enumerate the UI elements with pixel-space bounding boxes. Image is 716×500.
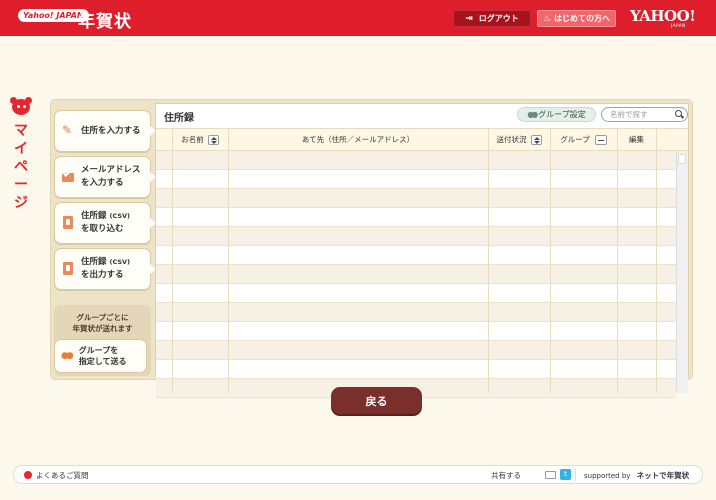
group-button-line2: 指定して送る — [78, 357, 127, 366]
back-button[interactable]: 戻る — [331, 387, 422, 414]
logout-icon: ⇥ — [465, 13, 473, 24]
mypage-label: マイページ — [14, 123, 28, 211]
first-time-button[interactable]: ♨ はじめての方へ — [537, 10, 616, 27]
sidebar-item-label: 住所録 — [81, 211, 107, 221]
sidebar-item-label: 住所録 — [81, 257, 107, 267]
address-book-header: 住所録 ●● グループ設定 — [156, 104, 688, 126]
main-panel: ✎ 住所を入力する メールアドレス を入力する 住所録 (CSV) を取り込む … — [50, 99, 693, 398]
supported-by: supported by ネットで年賀状 — [584, 470, 689, 481]
sidebar-item-enter-address[interactable]: ✎ 住所を入力する — [54, 110, 156, 152]
column-header-destination: あて先（住所／メールアドレス） — [228, 129, 488, 150]
table-row — [156, 303, 676, 322]
table-header: お名前 あて先（住所／メールアドレス） 送付状況 グループ 編集 — [156, 128, 688, 151]
mail-share-icon[interactable] — [545, 471, 556, 479]
people-icon: ●● — [61, 351, 74, 361]
sidebar-item-label-2: を入力する — [81, 178, 124, 188]
table-row — [156, 208, 676, 227]
column-header-edit-label: 編集 — [629, 135, 644, 144]
mascot-icon — [10, 97, 32, 117]
leaf-icon: ♨ — [542, 13, 552, 24]
logout-label: ログアウト — [478, 14, 519, 23]
address-book-title: 住所録 — [164, 113, 194, 124]
table-row — [156, 341, 676, 360]
supported-brand[interactable]: ネットで年賀状 — [637, 471, 690, 480]
column-header-edit: 編集 — [617, 129, 656, 150]
search-box[interactable] — [601, 107, 688, 122]
first-time-label: はじめての方へ — [554, 14, 611, 23]
table-row — [156, 322, 676, 341]
column-header-group[interactable]: グループ — [550, 129, 617, 150]
share-label: 共有する — [491, 471, 521, 480]
column-header-group-label: グループ — [560, 135, 590, 144]
group-settings-label: グループ設定 — [538, 110, 586, 119]
sort-icon[interactable] — [530, 134, 542, 145]
address-book: 住所録 ●● グループ設定 お名前 あて先（住所／メールアドレス） — [155, 103, 689, 398]
table-row — [156, 246, 676, 265]
people-icon: ●● — [527, 110, 538, 119]
mail-icon — [62, 170, 74, 184]
logo-title: 年賀状 — [78, 12, 132, 32]
column-header-destination-label: あて先（住所／メールアドレス） — [301, 135, 415, 144]
footer-bar: よくあるご質問 共有する t supported by ネットで年賀状 — [13, 465, 703, 484]
table-row — [156, 265, 676, 284]
column-header-name[interactable]: お名前 — [172, 129, 228, 150]
document-icon — [62, 262, 74, 276]
table-row — [156, 227, 676, 246]
yahoo-logo[interactable]: YAHOO! — [630, 7, 696, 25]
sidebar-item-label-2: を取り込む — [81, 224, 124, 234]
faq-link[interactable]: よくあるご質問 — [36, 470, 89, 481]
column-header-status[interactable]: 送付状況 — [488, 129, 550, 150]
header-bar: Yahoo! JAPAN 年賀状 ⇥ ログアウト ♨ はじめての方へ YAHOO… — [0, 0, 716, 36]
group-settings-button[interactable]: ●● グループ設定 — [517, 107, 596, 122]
footer-divider — [575, 469, 576, 481]
search-icon[interactable] — [675, 110, 682, 117]
collapse-icon[interactable] — [594, 134, 607, 145]
twitter-icon[interactable]: t — [560, 469, 571, 480]
logout-button[interactable]: ⇥ ログアウト — [453, 10, 531, 27]
sidebar-item-label: メールアドレス — [81, 165, 141, 175]
group-note-line2: 年賀状が送れます — [72, 324, 133, 333]
table-row — [156, 151, 676, 170]
search-input[interactable] — [610, 109, 672, 120]
table-row — [156, 284, 676, 303]
send-by-group-button[interactable]: ●● グループを 指定して送る — [54, 339, 147, 373]
document-icon — [62, 216, 74, 230]
sidebar-item-label: 住所を入力する — [81, 125, 141, 136]
checkbox-column-header — [156, 129, 172, 150]
table-row — [156, 170, 676, 189]
sidebar-item-import-csv[interactable]: 住所録 (CSV) を取り込む — [54, 202, 156, 244]
table-row — [156, 360, 676, 379]
table-row — [156, 189, 676, 208]
sidebar-item-enter-email[interactable]: メールアドレス を入力する — [54, 156, 156, 198]
supported-by-label: supported by — [584, 472, 631, 480]
column-header-status-label: 送付状況 — [496, 135, 527, 144]
sort-icon[interactable] — [207, 134, 219, 145]
table-scrollbar[interactable] — [676, 151, 688, 393]
group-button-line1: グループを — [78, 346, 119, 355]
pen-icon: ✎ — [62, 123, 73, 137]
sidebar-item-label-2: を出力する — [81, 270, 124, 280]
column-header-name-label: お名前 — [181, 135, 204, 144]
yahoo-logo-sub: JAPAN — [671, 24, 686, 29]
csv-tag: (CSV) — [109, 212, 131, 220]
group-note-line1: グループごとに — [76, 313, 129, 322]
sidebar-item-export-csv[interactable]: 住所録 (CSV) を出力する — [54, 248, 156, 290]
csv-tag: (CSV) — [109, 258, 131, 266]
scrollbar-thumb[interactable] — [678, 154, 686, 164]
faq-icon — [24, 471, 32, 479]
